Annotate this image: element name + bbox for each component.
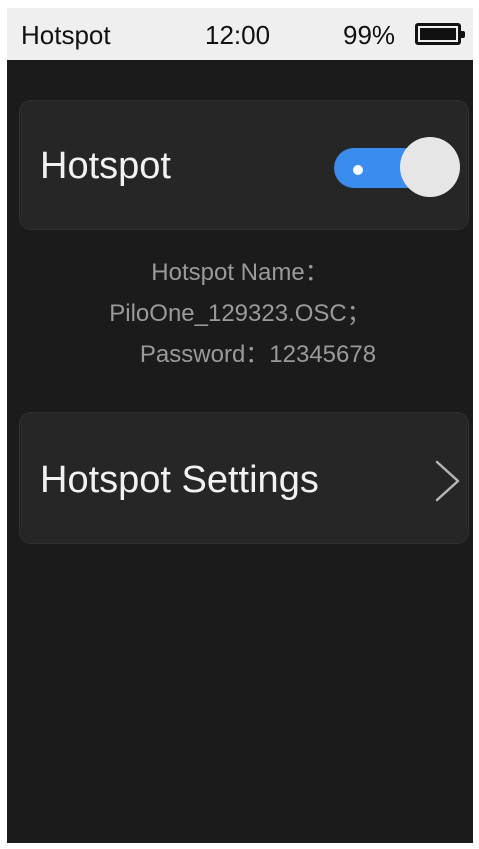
battery-percentage: 99% [343,20,396,50]
page-title: Hotspot [21,20,111,50]
battery-icon [415,23,465,45]
toggle-knob[interactable] [400,137,460,197]
status-bar: Hotspot 12:00 99% [7,8,473,60]
hotspot-password: Password：12345678 [139,341,377,368]
hotspot-settings-label: Hotspot Settings [40,459,319,501]
device-screen: Hotspot 12:00 99% Hotspot Hotspot Name： … [7,8,473,843]
hotspot-label: Hotspot [40,145,171,187]
hotspot-toggle[interactable] [334,137,460,197]
hotspot-info: Hotspot Name： PiloOne_129323.OSC； Passwo… [7,252,473,375]
hotspot-settings-row[interactable]: Hotspot Settings [19,412,469,544]
battery-fill [420,28,456,40]
status-time: 12:00 [205,20,271,50]
toggle-on-indicator [353,165,363,175]
hotspot-toggle-row[interactable]: Hotspot [19,100,469,230]
hotspot-ssid: PiloOne_129323.OSC； [109,300,371,327]
chevron-right-icon [435,460,460,502]
hotspot-name-label: Hotspot Name： [151,259,329,286]
